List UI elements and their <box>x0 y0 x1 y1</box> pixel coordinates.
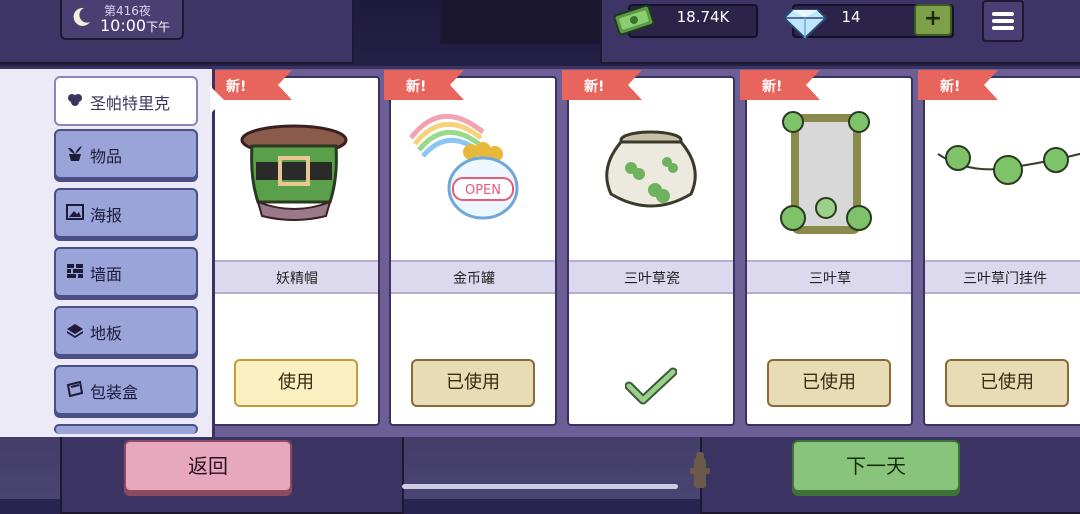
item-name: 三叶草门挂件 <box>963 271 1047 287</box>
back-button[interactable]: 返回 <box>124 440 292 492</box>
category-label: 海报 <box>90 206 123 225</box>
clock: 10:00下午 <box>100 16 171 35</box>
item-name-bar: 三叶草门挂件 <box>925 260 1080 294</box>
category-packaging[interactable]: 包装盒 <box>54 365 198 415</box>
item-name: 三叶草 <box>809 271 851 287</box>
item-name-bar: 三叶草瓷 <box>569 260 733 294</box>
clover-pot-image <box>605 130 697 208</box>
floor-icon <box>67 324 83 338</box>
menu-icon <box>992 26 1014 30</box>
new-tag-label: 新! <box>940 79 961 95</box>
wall-icon <box>67 264 83 278</box>
package-icon <box>66 381 84 397</box>
use-button[interactable]: 使用 <box>234 359 358 407</box>
item-card-clover-garland[interactable]: 三叶草门挂件 已使用 <box>923 76 1080 426</box>
next-day-button[interactable]: 下一天 <box>792 440 960 492</box>
home-indicator <box>402 484 678 489</box>
category-partial[interactable] <box>54 424 198 434</box>
plant-icon <box>68 146 82 161</box>
menu-icon <box>992 19 1014 23</box>
item-card-leprechaun-hat[interactable]: 妖精帽 使用 <box>212 76 380 426</box>
item-name-bar: 金币罐 <box>391 260 555 294</box>
item-card-clover-pot[interactable]: 三叶草瓷 <box>567 76 735 426</box>
new-tag-label: 新! <box>584 79 605 95</box>
category-label: 包装盒 <box>90 383 139 402</box>
category-posters[interactable]: 海报 <box>54 188 198 238</box>
category-floors[interactable]: 地板 <box>54 306 198 356</box>
svg-text:OPEN: OPEN <box>465 183 501 198</box>
new-tag <box>212 70 292 100</box>
new-tag-label: 新! <box>406 79 427 95</box>
gem-value: 14 <box>841 8 861 26</box>
item-name-bar: 三叶草 <box>747 260 911 294</box>
active-category-pointer <box>210 86 224 114</box>
clover-mirror-image <box>780 111 872 234</box>
category-items[interactable]: 物品 <box>54 129 198 179</box>
menu-button[interactable] <box>982 0 1024 42</box>
used-button[interactable]: 已使用 <box>767 359 891 407</box>
picture-icon <box>66 204 84 220</box>
item-card-clover-mirror[interactable]: 三叶草 已使用 <box>745 76 913 426</box>
moon-icon <box>73 7 90 26</box>
checkmark-icon <box>625 367 677 405</box>
category-walls[interactable]: 墙面 <box>54 247 198 297</box>
category-label: 墙面 <box>90 265 123 284</box>
category-label: 圣帕特里克 <box>90 94 171 113</box>
item-name: 妖精帽 <box>276 271 318 287</box>
item-card-gold-pot[interactable]: OPEN 金币罐 已使用 <box>389 76 557 426</box>
building <box>440 0 614 44</box>
hydrant-icon <box>690 452 710 488</box>
add-gems-button[interactable]: + <box>914 4 952 36</box>
item-name-bar: 妖精帽 <box>214 260 378 294</box>
leprechaun-hat-image <box>240 124 348 221</box>
time-display: 第416夜 10:00下午 <box>60 0 184 40</box>
new-tag-label: 新! <box>226 79 247 95</box>
money-value: 18.74K <box>676 8 730 26</box>
diamond-icon <box>782 9 828 40</box>
new-tag-label: 新! <box>762 79 783 95</box>
category-st-patrick[interactable]: 圣帕特里克 <box>54 76 198 126</box>
menu-icon <box>992 12 1014 16</box>
category-label: 地板 <box>90 324 123 343</box>
item-name: 三叶草瓷 <box>624 271 680 287</box>
gold-pot-image: OPEN <box>409 114 519 220</box>
category-label: 物品 <box>90 147 123 166</box>
item-name: 金币罐 <box>453 271 495 287</box>
used-button[interactable]: 已使用 <box>945 359 1069 407</box>
used-button[interactable]: 已使用 <box>411 359 535 407</box>
clover-garland-image <box>937 145 1080 185</box>
clover-icon <box>68 94 82 106</box>
